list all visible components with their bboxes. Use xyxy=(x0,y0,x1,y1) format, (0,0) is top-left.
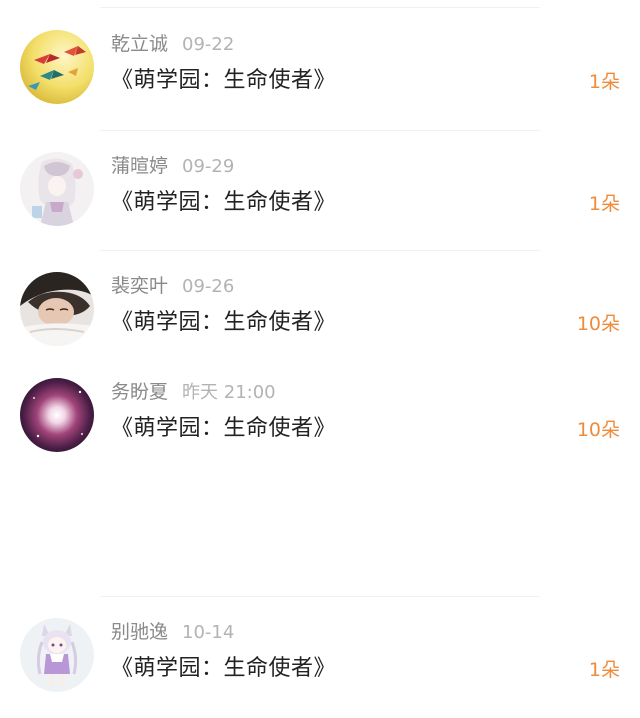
username[interactable]: 务盼夏 xyxy=(111,381,168,403)
gift-count: 10朵 xyxy=(576,419,620,441)
gift-count: 1朵 xyxy=(588,193,620,215)
gift-title[interactable]: 《萌学园：生命使者》 xyxy=(111,66,336,96)
gift-count: 10朵 xyxy=(576,313,620,335)
gift-record-row[interactable]: 蒲暄婷 09-29 《萌学园：生命使者》 1朵 xyxy=(0,152,640,252)
record-meta: 务盼夏 昨天 21:00 xyxy=(111,378,276,406)
username[interactable]: 蒲暄婷 xyxy=(111,155,168,177)
divider xyxy=(100,7,540,8)
gift-record-row[interactable]: 乾立诚 09-22 《萌学园：生命使者》 1朵 xyxy=(0,30,640,130)
divider xyxy=(100,250,540,251)
timestamp: 昨天 21:00 xyxy=(182,382,276,403)
username[interactable]: 裴奕叶 xyxy=(111,275,168,297)
paper-cranes-avatar-icon[interactable] xyxy=(20,30,94,104)
timestamp: 09-22 xyxy=(182,34,235,55)
gift-title[interactable]: 《萌学园：生命使者》 xyxy=(111,308,336,338)
portrait-photo-avatar-icon[interactable] xyxy=(20,272,94,346)
username[interactable]: 乾立诚 xyxy=(111,33,168,55)
gift-count: 1朵 xyxy=(588,71,620,93)
record-meta: 蒲暄婷 09-29 xyxy=(111,152,234,180)
galaxy-avatar-icon[interactable] xyxy=(20,378,94,452)
timestamp: 09-26 xyxy=(182,276,235,297)
chibi-character-avatar-icon[interactable] xyxy=(20,618,94,692)
gift-count: 1朵 xyxy=(588,659,620,681)
divider xyxy=(100,130,540,131)
record-meta: 裴奕叶 09-26 xyxy=(111,272,234,300)
username[interactable]: 别驰逸 xyxy=(111,621,168,643)
gift-title[interactable]: 《萌学园：生命使者》 xyxy=(111,188,336,218)
timestamp: 09-29 xyxy=(182,156,235,177)
gift-record-row[interactable]: 别驰逸 10-14 《萌学园：生命使者》 1朵 xyxy=(0,618,640,718)
gift-record-row[interactable]: 裴奕叶 09-26 《萌学园：生命使者》 10朵 xyxy=(0,272,640,372)
gift-title[interactable]: 《萌学园：生命使者》 xyxy=(111,654,336,684)
record-meta: 别驰逸 10-14 xyxy=(111,618,234,646)
timestamp: 10-14 xyxy=(182,622,235,643)
anime-girl-avatar-icon[interactable] xyxy=(20,152,94,226)
divider xyxy=(100,596,540,597)
record-meta: 乾立诚 09-22 xyxy=(111,30,234,58)
gift-record-row[interactable]: 务盼夏 昨天 21:00 《萌学园：生命使者》 10朵 xyxy=(0,378,640,478)
gift-title[interactable]: 《萌学园：生命使者》 xyxy=(111,414,336,444)
gift-record-list: 乾立诚 09-22 《萌学园：生命使者》 1朵 蒲暄婷 09-29 《萌学园：生命使… xyxy=(0,0,640,710)
